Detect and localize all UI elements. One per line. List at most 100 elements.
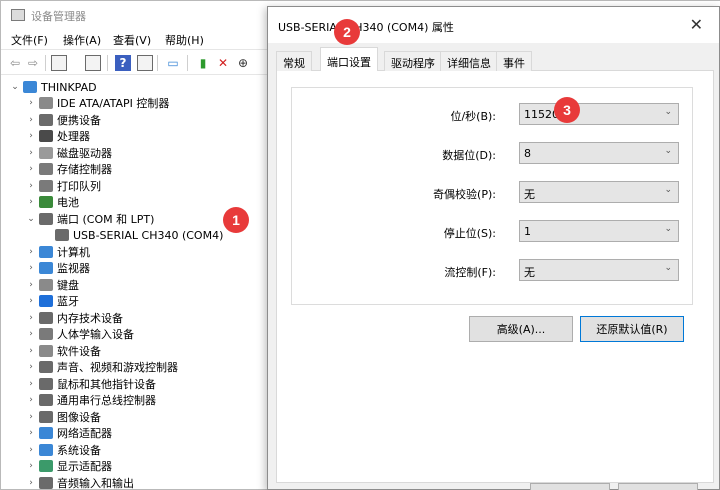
- chevron-right-icon[interactable]: ›: [25, 263, 37, 273]
- dialog-title: USB-SERIAL CH340 (COM4) 属性: [278, 21, 454, 34]
- chevron-right-icon[interactable]: ›: [25, 329, 37, 339]
- chevron-right-icon[interactable]: ›: [25, 428, 37, 438]
- tree-item[interactable]: › 通用串行总线控制器: [25, 392, 156, 408]
- chevron-right-icon[interactable]: ›: [25, 346, 37, 356]
- tab-general[interactable]: 常规: [276, 51, 312, 71]
- chevron-right-icon[interactable]: ›: [25, 461, 37, 471]
- show-hide-tree-icon[interactable]: [51, 55, 67, 71]
- chevron-right-icon[interactable]: ›: [25, 296, 37, 306]
- camera-icon: [39, 410, 53, 423]
- uninstall-icon[interactable]: ✕: [215, 55, 231, 71]
- close-icon[interactable]: ✕: [690, 15, 703, 34]
- toolbar-separator: [187, 55, 188, 71]
- tree-item[interactable]: › 显示适配器: [25, 458, 112, 474]
- stop-bits-select[interactable]: 1 ⌄: [519, 220, 679, 242]
- help-icon[interactable]: ?: [115, 55, 131, 71]
- update-driver-icon[interactable]: ▮: [195, 55, 211, 71]
- baud-rate-select[interactable]: 115200 ⌄: [519, 103, 679, 125]
- ok-button-partial[interactable]: [530, 483, 610, 490]
- computer-icon: [23, 81, 37, 93]
- tree-item[interactable]: › 监视器: [25, 260, 90, 276]
- chevron-right-icon[interactable]: ›: [25, 247, 37, 257]
- tree-item[interactable]: › IDE ATA/ATAPI 控制器: [25, 95, 169, 111]
- tab-port-settings[interactable]: 端口设置: [320, 47, 378, 72]
- tree-item[interactable]: › 计算机: [25, 244, 90, 260]
- flow-control-value: 无: [524, 266, 535, 279]
- menu-view[interactable]: 查看(V): [113, 32, 151, 48]
- annotation-marker-1: 1: [223, 207, 249, 233]
- tree-item-label: 鼠标和其他指针设备: [57, 377, 156, 391]
- tree-item[interactable]: › 蓝牙: [25, 293, 79, 309]
- port-icon: [39, 212, 53, 225]
- flow-control-select[interactable]: 无 ⌄: [519, 259, 679, 281]
- stop-bits-value: 1: [524, 225, 531, 238]
- display-adapter-icon: [39, 460, 53, 472]
- menu-action[interactable]: 操作(A): [63, 32, 101, 48]
- tree-item[interactable]: › 声音、视频和游戏控制器: [25, 359, 178, 375]
- tree-item[interactable]: › 系统设备: [25, 442, 101, 458]
- tree-item[interactable]: › 内存技术设备: [25, 310, 123, 326]
- menu-help[interactable]: 帮助(H): [165, 32, 204, 48]
- flow-control-label: 流控制(F):: [444, 266, 496, 279]
- tree-item[interactable]: › 软件设备: [25, 343, 101, 359]
- disk-drive-icon: [39, 146, 53, 159]
- tree-item[interactable]: › 网络适配器: [25, 425, 112, 441]
- cancel-button-partial[interactable]: [618, 483, 698, 490]
- chevron-down-icon[interactable]: ⌄: [25, 214, 37, 224]
- parity-select[interactable]: 无 ⌄: [519, 181, 679, 203]
- tab-events[interactable]: 事件: [496, 51, 532, 71]
- chevron-right-icon[interactable]: ›: [25, 115, 37, 125]
- data-bits-value: 8: [524, 147, 531, 160]
- menu-file[interactable]: 文件(F): [11, 32, 48, 48]
- tree-item[interactable]: › 人体学输入设备: [25, 326, 134, 342]
- tree-item[interactable]: › 电池: [25, 194, 79, 210]
- forward-arrow-icon[interactable]: ⇨: [25, 55, 41, 71]
- chevron-right-icon[interactable]: ›: [25, 362, 37, 372]
- tree-item[interactable]: › 便携设备: [25, 112, 101, 128]
- chevron-right-icon[interactable]: ›: [25, 395, 37, 405]
- chevron-down-icon: ⌄: [664, 224, 672, 234]
- chevron-right-icon[interactable]: ›: [25, 148, 37, 158]
- annotation-marker-3: 3: [554, 97, 580, 123]
- tree-item-label: 磁盘驱动器: [57, 146, 112, 160]
- chevron-right-icon[interactable]: ›: [25, 445, 37, 455]
- chevron-down-icon: ⌄: [664, 185, 672, 195]
- data-bits-select[interactable]: 8 ⌄: [519, 142, 679, 164]
- chevron-right-icon[interactable]: ›: [25, 379, 37, 389]
- tree-item[interactable]: › 磁盘驱动器: [25, 145, 112, 161]
- bluetooth-icon: [39, 295, 53, 307]
- tree-item[interactable]: › 存储控制器: [25, 161, 112, 177]
- tree-item[interactable]: › 图像设备: [25, 409, 101, 425]
- tree-item[interactable]: › 打印队列: [25, 178, 101, 194]
- tab-details[interactable]: 详细信息: [440, 51, 498, 71]
- usb-icon: [39, 394, 53, 406]
- tree-item-label: IDE ATA/ATAPI 控制器: [57, 97, 170, 110]
- back-arrow-icon[interactable]: ⇦: [7, 55, 23, 71]
- tree-item-com4[interactable]: USB-SERIAL CH340 (COM4): [53, 227, 223, 243]
- chevron-right-icon[interactable]: ›: [25, 164, 37, 174]
- advanced-button[interactable]: 高级(A)...: [469, 316, 573, 342]
- tree-item[interactable]: › 处理器: [25, 128, 90, 144]
- chevron-right-icon[interactable]: ›: [25, 98, 37, 108]
- tree-item[interactable]: › 鼠标和其他指针设备: [25, 376, 156, 392]
- tree-root[interactable]: ⌄ THINKPAD: [9, 79, 96, 95]
- chevron-right-icon[interactable]: ›: [25, 313, 37, 323]
- chevron-right-icon[interactable]: ›: [25, 181, 37, 191]
- chevron-down-icon[interactable]: ⌄: [9, 82, 21, 92]
- device-manager-title: 设备管理器: [31, 10, 86, 23]
- chevron-right-icon[interactable]: ›: [25, 478, 37, 488]
- view-icon[interactable]: [137, 55, 153, 71]
- tab-driver[interactable]: 驱动程序: [384, 51, 442, 71]
- tree-item-label: 音频输入和输出: [57, 476, 134, 490]
- chevron-right-icon[interactable]: ›: [25, 280, 37, 290]
- tree-item[interactable]: › 音频输入和输出: [25, 475, 134, 490]
- chevron-right-icon[interactable]: ›: [25, 197, 37, 207]
- properties-icon[interactable]: [85, 55, 101, 71]
- tree-item[interactable]: ⌄ 端口 (COM 和 LPT): [25, 211, 154, 227]
- tree-item[interactable]: › 键盘: [25, 277, 79, 293]
- chevron-right-icon[interactable]: ›: [25, 412, 37, 422]
- restore-defaults-button[interactable]: 还原默认值(R): [580, 316, 684, 342]
- chevron-right-icon[interactable]: ›: [25, 131, 37, 141]
- scan-hardware-icon[interactable]: ▭: [165, 55, 181, 71]
- disable-device-icon[interactable]: ⊕: [235, 55, 251, 71]
